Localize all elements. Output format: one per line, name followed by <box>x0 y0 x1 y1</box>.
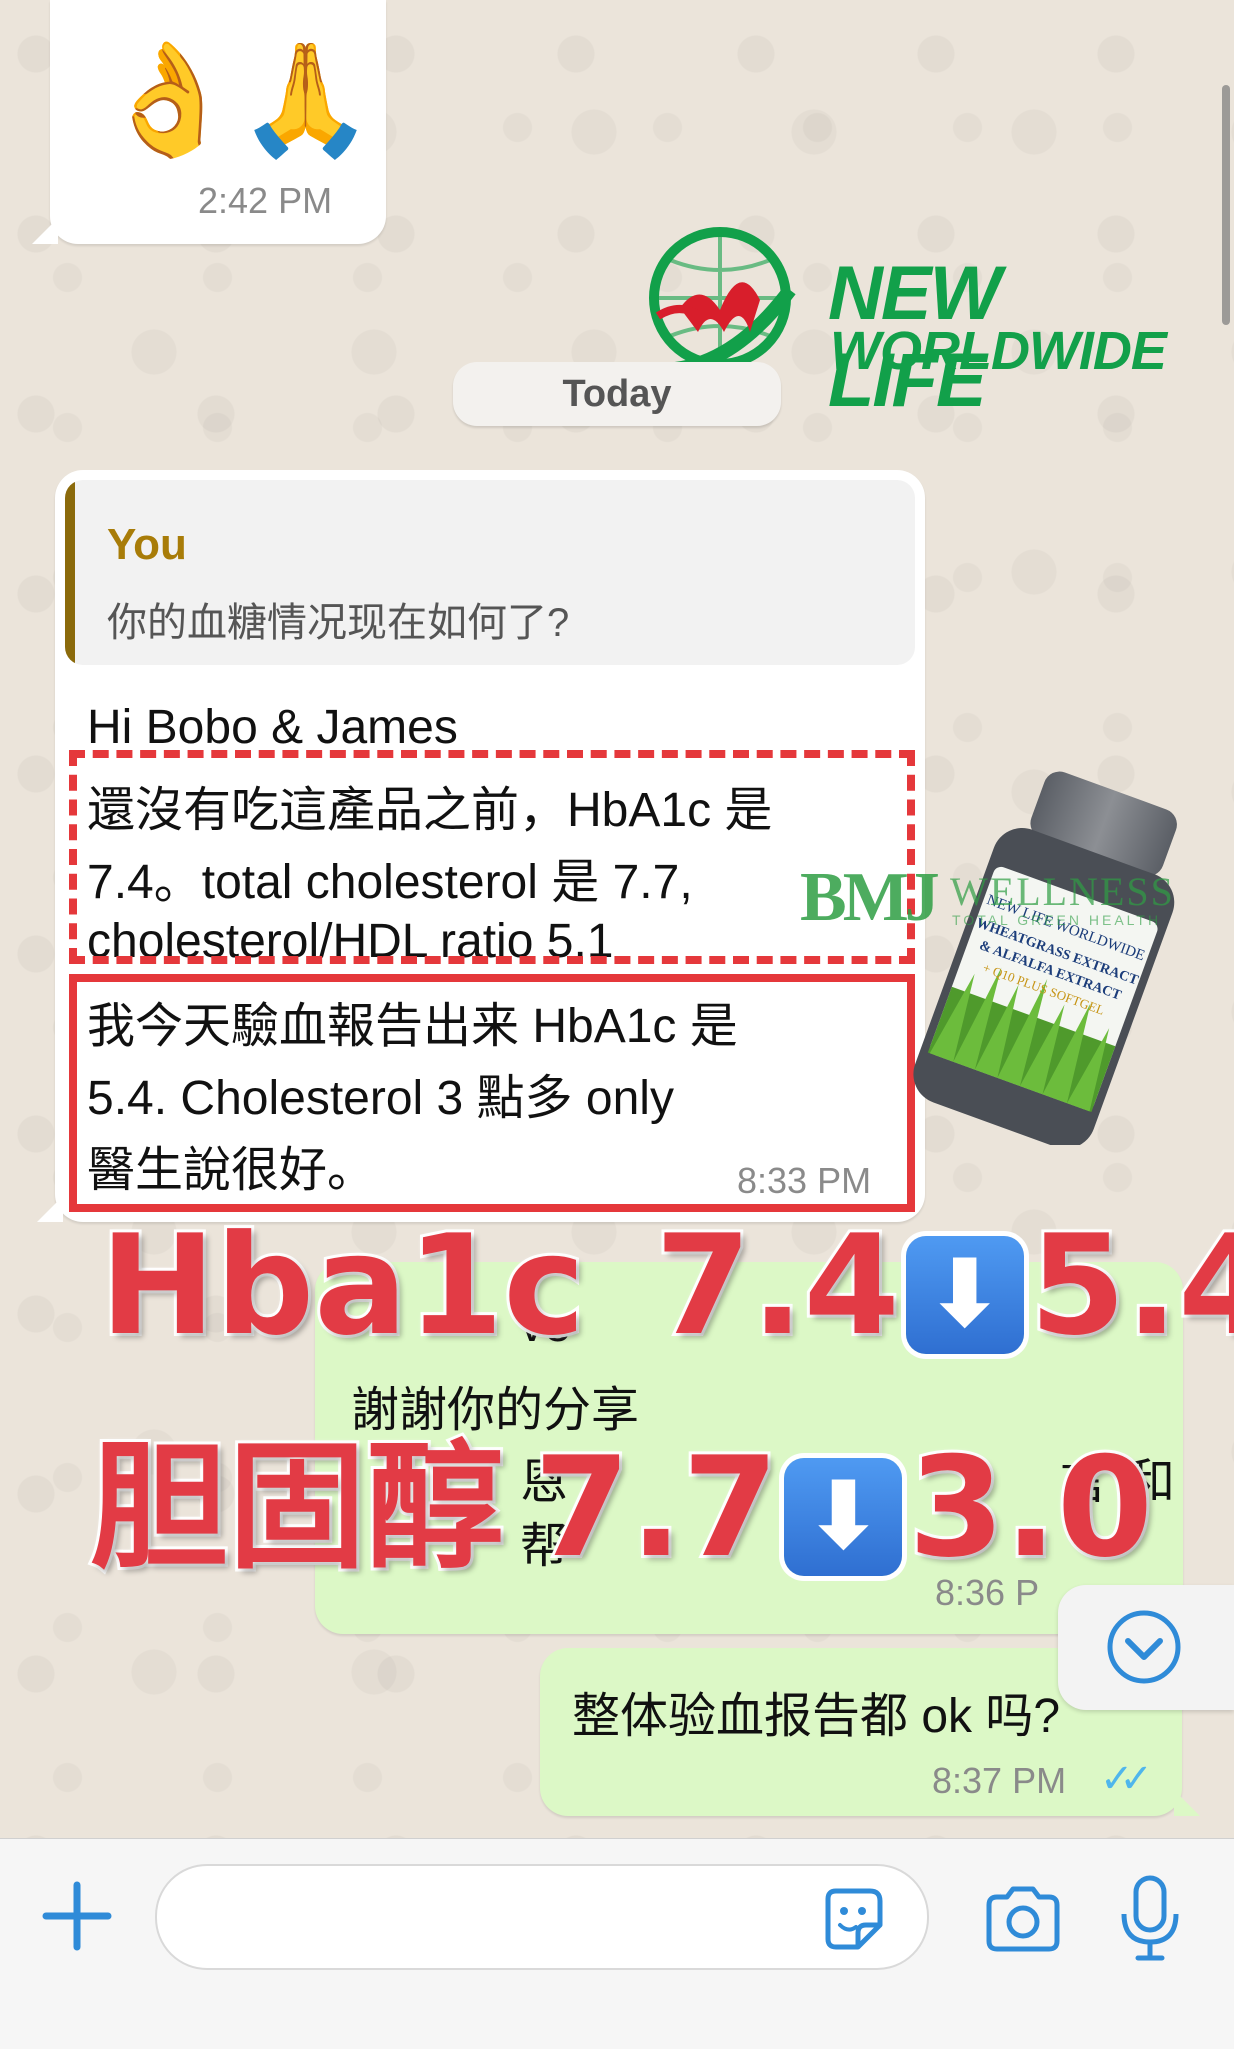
quote-text: 你的血糖情况现在如何了? <box>107 601 570 645</box>
composer-bar <box>0 1838 1234 2049</box>
globe-logo-icon <box>649 227 796 377</box>
bubble-tail <box>32 218 58 244</box>
product-bottle-image: NEW LIFE WORLDWIDE WHEATGRASS EXTRACT & … <box>913 771 1177 1145</box>
message-time: 8:37 PM <box>932 1760 1067 1801</box>
highlight-box-dashed <box>69 750 915 964</box>
headline-from-value: 7.4 <box>652 1202 902 1369</box>
headline-to-value: 3.0 <box>905 1424 1155 1591</box>
quote-bar <box>65 480 75 665</box>
scroll-to-bottom-button[interactable] <box>1058 1585 1234 1710</box>
message-text: 整体验血报告都 ok 吗? <box>572 1690 1061 1743</box>
plus-icon[interactable] <box>40 1879 114 1953</box>
headline-to-value: 5.4 <box>1027 1202 1234 1369</box>
watermark-subtitle: WELLNESS <box>950 869 1175 914</box>
scrollbar[interactable] <box>1222 85 1230 325</box>
incoming-message-bubble[interactable]: You 你的血糖情况现在如何了? Hi Bobo & James 還沒有吃這產品… <box>37 470 925 1222</box>
bubble-tail <box>37 1196 63 1222</box>
headline-cholesterol: 胆固醇 7.7 ⬇ 3.0 <box>87 1395 1156 1595</box>
quote-author: You <box>107 520 187 569</box>
headline-hba1c: Hba1c 7.4 ⬇ 5.4 <box>97 1202 1234 1369</box>
chevron-down-icon <box>1107 1610 1181 1684</box>
microphone-icon[interactable] <box>1118 1874 1182 1964</box>
down-arrow-icon: ⬇ <box>905 1236 1024 1355</box>
message-time: 2:42 PM <box>198 180 333 221</box>
date-separator: Today <box>453 362 781 426</box>
logo-subtitle: WORLDWIDE <box>830 321 1167 381</box>
read-receipt-icon: ✓✓ <box>1100 1757 1153 1801</box>
headline-label: 胆固醇 <box>87 1424 507 1591</box>
down-arrow-icon: ⬇ <box>784 1458 903 1577</box>
watermark-tagline: TOTAL GREEN HEALTH <box>952 912 1162 928</box>
sticker-icon[interactable] <box>818 1885 888 1955</box>
emoji-content: 👌🙏 <box>100 38 374 161</box>
message-time: 8:33 PM <box>737 1160 872 1201</box>
camera-icon[interactable] <box>983 1879 1063 1959</box>
watermark-logo: BMJ <box>800 859 940 936</box>
headline-from-value: 7.7 <box>531 1424 781 1591</box>
headline-label: Hba1c <box>97 1202 588 1369</box>
message-input[interactable] <box>155 1864 929 1970</box>
message-line: Hi Bobo & James <box>87 701 458 754</box>
incoming-emoji-bubble[interactable]: 👌🙏 2:42 PM <box>32 0 386 244</box>
bubble-tail <box>1174 1790 1200 1816</box>
quoted-reply[interactable]: You 你的血糖情况现在如何了? <box>65 480 915 665</box>
